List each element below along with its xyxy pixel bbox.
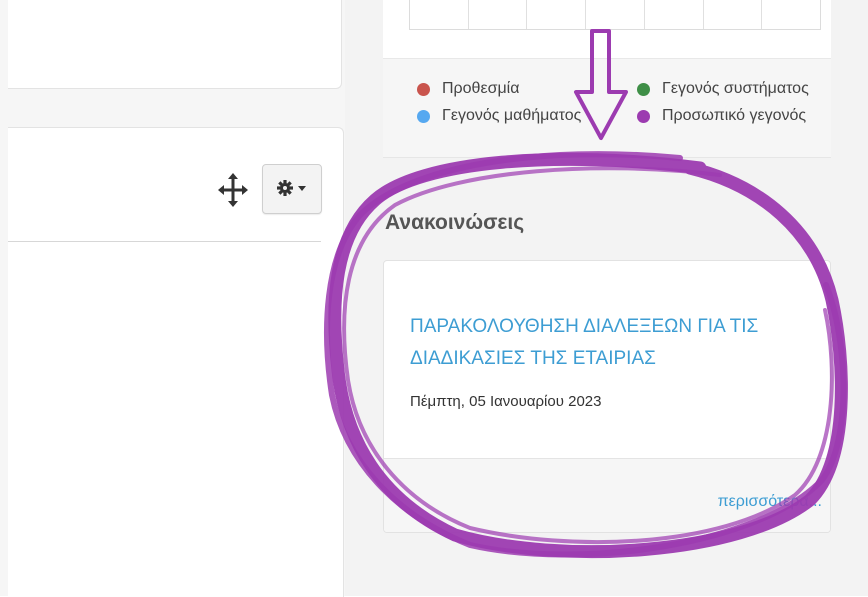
block-actions-button[interactable]: [262, 164, 322, 214]
legend-course-event: Γεγονός μαθήματος: [417, 107, 581, 125]
legend-label: Γεγονός συστήματος: [662, 80, 809, 97]
more-announcements-link[interactable]: περισσότερα...: [718, 493, 822, 511]
calendar-grid: [409, 0, 821, 30]
calendar-cell[interactable]: [527, 0, 587, 29]
legend-personal-event: Προσωπικό γεγονός: [637, 107, 806, 125]
announcement-title-line1: ΠΑΡΑΚΟΛΟΥΘΗΣΗ ΔΙΑΛΕΞΕΩΝ ΓΙΑ ΤΙΣ: [410, 316, 759, 337]
calendar-cell[interactable]: [469, 0, 528, 29]
announcement-title-line2: ΔΙΑΔΙΚΑΣΙΕΣ ΤΗΣ ΕΤΑΙΡΙΑΣ: [410, 348, 656, 369]
calendar-cell[interactable]: [586, 0, 645, 29]
move-icon[interactable]: [218, 173, 248, 207]
calendar-cell[interactable]: [410, 0, 469, 29]
announcements-heading: Ανακοινώσεις: [385, 211, 525, 234]
calendar-cell[interactable]: [762, 0, 820, 29]
legend-dot: [417, 109, 430, 123]
calendar-cell[interactable]: [704, 0, 763, 29]
block-divider: [8, 241, 321, 242]
announcement-footer: περισσότερα...: [384, 458, 830, 532]
calendar-cell[interactable]: [645, 0, 704, 29]
top-card: [8, 0, 342, 89]
legend-system-event: Γεγονός συστήματος: [637, 80, 809, 98]
legend-label: Γεγονός μαθήματος: [442, 107, 582, 124]
legend-label: Προθεσμία: [442, 80, 520, 97]
legend-deadline: Προθεσμία: [417, 80, 519, 98]
legend-dot: [637, 82, 650, 96]
announcement-card: ΠΑΡΑΚΟΛΟΥΘΗΣΗ ΔΙΑΛΕΞΕΩΝ ΓΙΑ ΤΙΣ ΔΙΑΔΙΚΑΣ…: [383, 260, 831, 533]
legend-label: Προσωπικό γεγονός: [662, 107, 807, 124]
legend-dot: [417, 82, 430, 96]
announcement-date: Πέμπτη, 05 Ιανουαρίου 2023: [410, 393, 602, 410]
legend-dot: [637, 109, 650, 123]
announcement-title-link[interactable]: ΠΑΡΑΚΟΛΟΥΘΗΣΗ ΔΙΑΛΕΞΕΩΝ ΓΙΑ ΤΙΣ ΔΙΑΔΙΚΑΣ…: [410, 311, 810, 375]
gear-icon: [277, 180, 306, 196]
caret-down-icon: [298, 186, 306, 191]
